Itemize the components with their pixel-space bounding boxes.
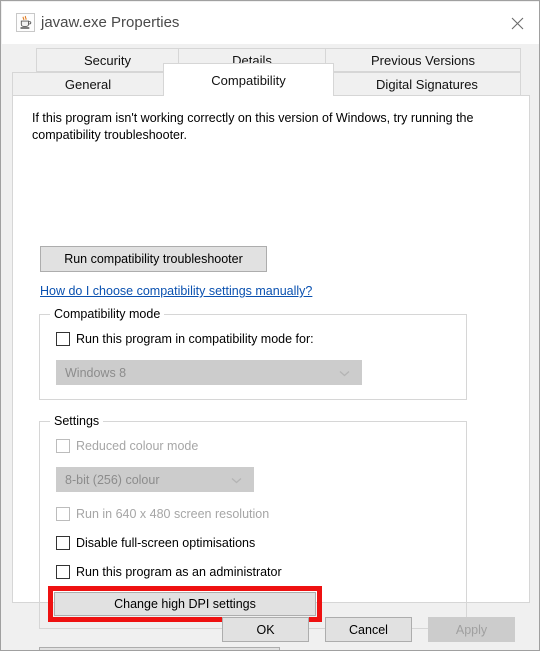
cancel-button[interactable]: Cancel <box>325 617 412 642</box>
checkbox-reduced-colour-mode[interactable]: Reduced colour mode <box>56 439 198 453</box>
checkbox-run-compatibility-mode-box[interactable] <box>56 332 70 346</box>
intro-text: If this program isn't working correctly … <box>32 111 474 142</box>
properties-dialog-window: javaw.exe Properties Security Details Pr… <box>0 0 540 651</box>
tab-compatibility-label: Compatibility <box>211 72 286 88</box>
compatibility-mode-group: Compatibility mode Run this program in c… <box>39 307 467 400</box>
tab-digital-signatures-label: Digital Signatures <box>376 76 478 92</box>
cancel-button-label: Cancel <box>349 622 388 637</box>
tab-general[interactable]: General <box>12 72 164 96</box>
run-compatibility-troubleshooter-button[interactable]: Run compatibility troubleshooter <box>40 246 267 272</box>
tab-previous-versions-label: Previous Versions <box>370 52 476 68</box>
tab-security-label: Security <box>84 52 131 68</box>
checkbox-run-as-administrator-box[interactable] <box>56 565 70 579</box>
chevron-down-icon <box>231 473 242 487</box>
settings-group-title: Settings <box>50 414 104 428</box>
compatibility-help-link[interactable]: How do I choose compatibility settings m… <box>40 284 312 298</box>
checkbox-run-as-administrator[interactable]: Run this program as an administrator <box>56 565 282 579</box>
tab-security[interactable]: Security <box>36 48 179 72</box>
checkbox-disable-fullscreen-optimisations[interactable]: Disable full-screen optimisations <box>56 536 255 550</box>
change-high-dpi-settings-button[interactable]: Change high DPI settings <box>54 592 316 616</box>
checkbox-reduced-colour-mode-label: Reduced colour mode <box>76 439 199 453</box>
checkbox-run-640x480-box <box>56 507 70 521</box>
tab-general-label: General <box>64 76 112 92</box>
compatibility-mode-group-title: Compatibility mode <box>50 307 165 321</box>
apply-button: Apply <box>428 617 515 642</box>
checkbox-run-640x480[interactable]: Run in 640 x 480 screen resolution <box>56 507 269 521</box>
change-settings-for-all-users-button[interactable]: Change settings for all users <box>39 647 280 650</box>
checkbox-reduced-colour-mode-box <box>56 439 70 453</box>
title-bar: javaw.exe Properties <box>2 2 539 44</box>
checkbox-disable-fullscreen-optimisations-label: Disable full-screen optimisations <box>76 536 256 550</box>
ok-button-label: OK <box>256 622 275 637</box>
tab-previous-versions[interactable]: Previous Versions <box>325 48 521 72</box>
window-title: javaw.exe Properties <box>41 14 180 31</box>
tab-digital-signatures[interactable]: Digital Signatures <box>333 72 521 96</box>
run-compatibility-troubleshooter-label: Run compatibility troubleshooter <box>64 252 243 266</box>
colour-depth-combobox-value: 8-bit (256) colour <box>65 472 160 487</box>
ok-button[interactable]: OK <box>222 617 309 642</box>
checkbox-run-compatibility-mode-label: Run this program in compatibility mode f… <box>76 332 314 346</box>
java-coffee-cup-icon <box>16 13 35 32</box>
colour-depth-combobox: 8-bit (256) colour <box>56 467 254 492</box>
tab-strip: Security Details Previous Versions Gener… <box>12 48 530 96</box>
chevron-down-icon <box>339 366 350 380</box>
checkbox-run-640x480-label: Run in 640 x 480 screen resolution <box>76 507 270 521</box>
change-high-dpi-settings-label: Change high DPI settings <box>114 597 256 611</box>
compatibility-tab-panel: If this program isn't working correctly … <box>12 95 530 650</box>
checkbox-run-compatibility-mode[interactable]: Run this program in compatibility mode f… <box>56 332 314 346</box>
compatibility-mode-combobox[interactable]: Windows 8 <box>56 360 362 385</box>
checkbox-run-as-administrator-label: Run this program as an administrator <box>76 565 282 579</box>
compatibility-mode-combobox-value: Windows 8 <box>65 365 127 380</box>
tab-compatibility[interactable]: Compatibility <box>163 63 334 96</box>
apply-button-label: Apply <box>455 622 488 637</box>
checkbox-disable-fullscreen-optimisations-box[interactable] <box>56 536 70 550</box>
close-icon[interactable] <box>494 2 539 44</box>
